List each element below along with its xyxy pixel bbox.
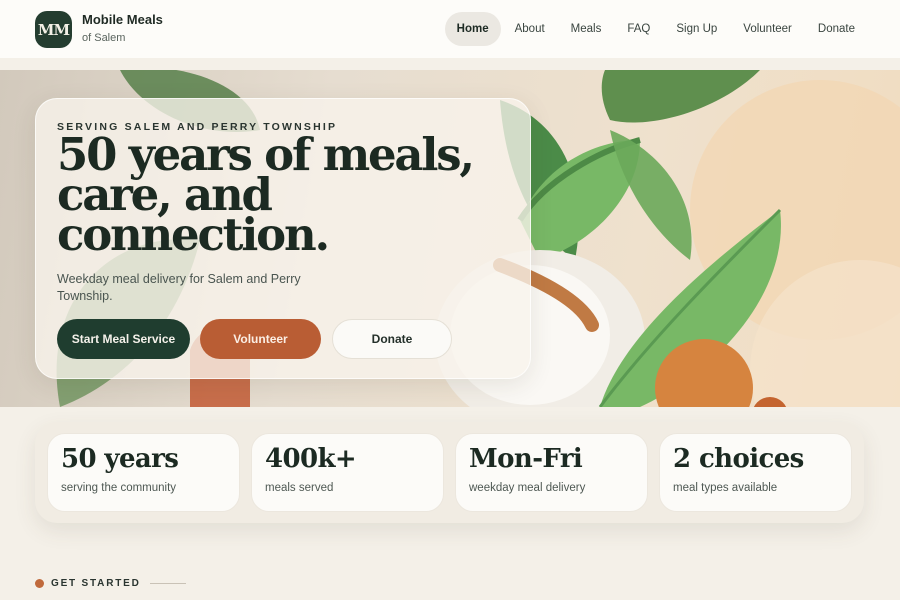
site-header: MM Mobile Meals of Salem Home About Meal… bbox=[0, 0, 900, 58]
dot-icon bbox=[35, 579, 44, 588]
stat-card-choices: 2 choices meal types available bbox=[659, 433, 852, 512]
brand-name: Mobile Meals bbox=[82, 12, 163, 27]
nav-donate[interactable]: Donate bbox=[806, 12, 867, 46]
brand[interactable]: Mobile Meals of Salem bbox=[82, 12, 163, 44]
start-meal-service-button[interactable]: Start Meal Service bbox=[57, 319, 190, 359]
stat-card-meals: 400k+ meals served bbox=[251, 433, 444, 512]
nav-meals[interactable]: Meals bbox=[559, 12, 614, 46]
get-started-eyebrow: GET STARTED bbox=[35, 578, 186, 589]
logo-icon[interactable]: MM bbox=[35, 11, 72, 48]
stat-value: 2 choices bbox=[673, 444, 804, 474]
stats-section: 50 years serving the community 400k+ mea… bbox=[35, 422, 864, 523]
nav-home[interactable]: Home bbox=[444, 12, 501, 46]
get-started-label: GET STARTED bbox=[51, 578, 141, 589]
stat-value: 400k+ bbox=[265, 444, 357, 474]
hero-section: SERVING SALEM AND PERRY TOWNSHIP 50 year… bbox=[0, 70, 900, 407]
divider bbox=[149, 583, 186, 584]
stat-label: weekday meal delivery bbox=[469, 482, 586, 494]
nav-volunteer[interactable]: Volunteer bbox=[731, 12, 804, 46]
stat-card-days: Mon-Fri weekday meal delivery bbox=[455, 433, 648, 512]
stat-label: meals served bbox=[265, 482, 334, 494]
stat-card-years: 50 years serving the community bbox=[47, 433, 240, 512]
hero-subtitle: Weekday meal delivery for Salem and Perr… bbox=[57, 272, 301, 303]
hero-title: 50 years of meals, care, and connection. bbox=[57, 128, 475, 261]
main-nav: Home About Meals FAQ Sign Up Volunteer D… bbox=[444, 12, 867, 46]
volunteer-button[interactable]: Volunteer bbox=[200, 319, 321, 359]
donate-button[interactable]: Donate bbox=[332, 319, 452, 359]
stat-value: Mon-Fri bbox=[469, 444, 583, 474]
hero-card: SERVING SALEM AND PERRY TOWNSHIP 50 year… bbox=[35, 98, 531, 379]
stat-value: 50 years bbox=[61, 444, 179, 474]
stat-label: serving the community bbox=[61, 482, 177, 494]
stat-label: meal types available bbox=[673, 482, 778, 494]
nav-sign-up[interactable]: Sign Up bbox=[664, 12, 729, 46]
nav-about[interactable]: About bbox=[503, 12, 557, 46]
nav-faq[interactable]: FAQ bbox=[615, 12, 662, 46]
brand-subtitle: of Salem bbox=[82, 32, 126, 44]
